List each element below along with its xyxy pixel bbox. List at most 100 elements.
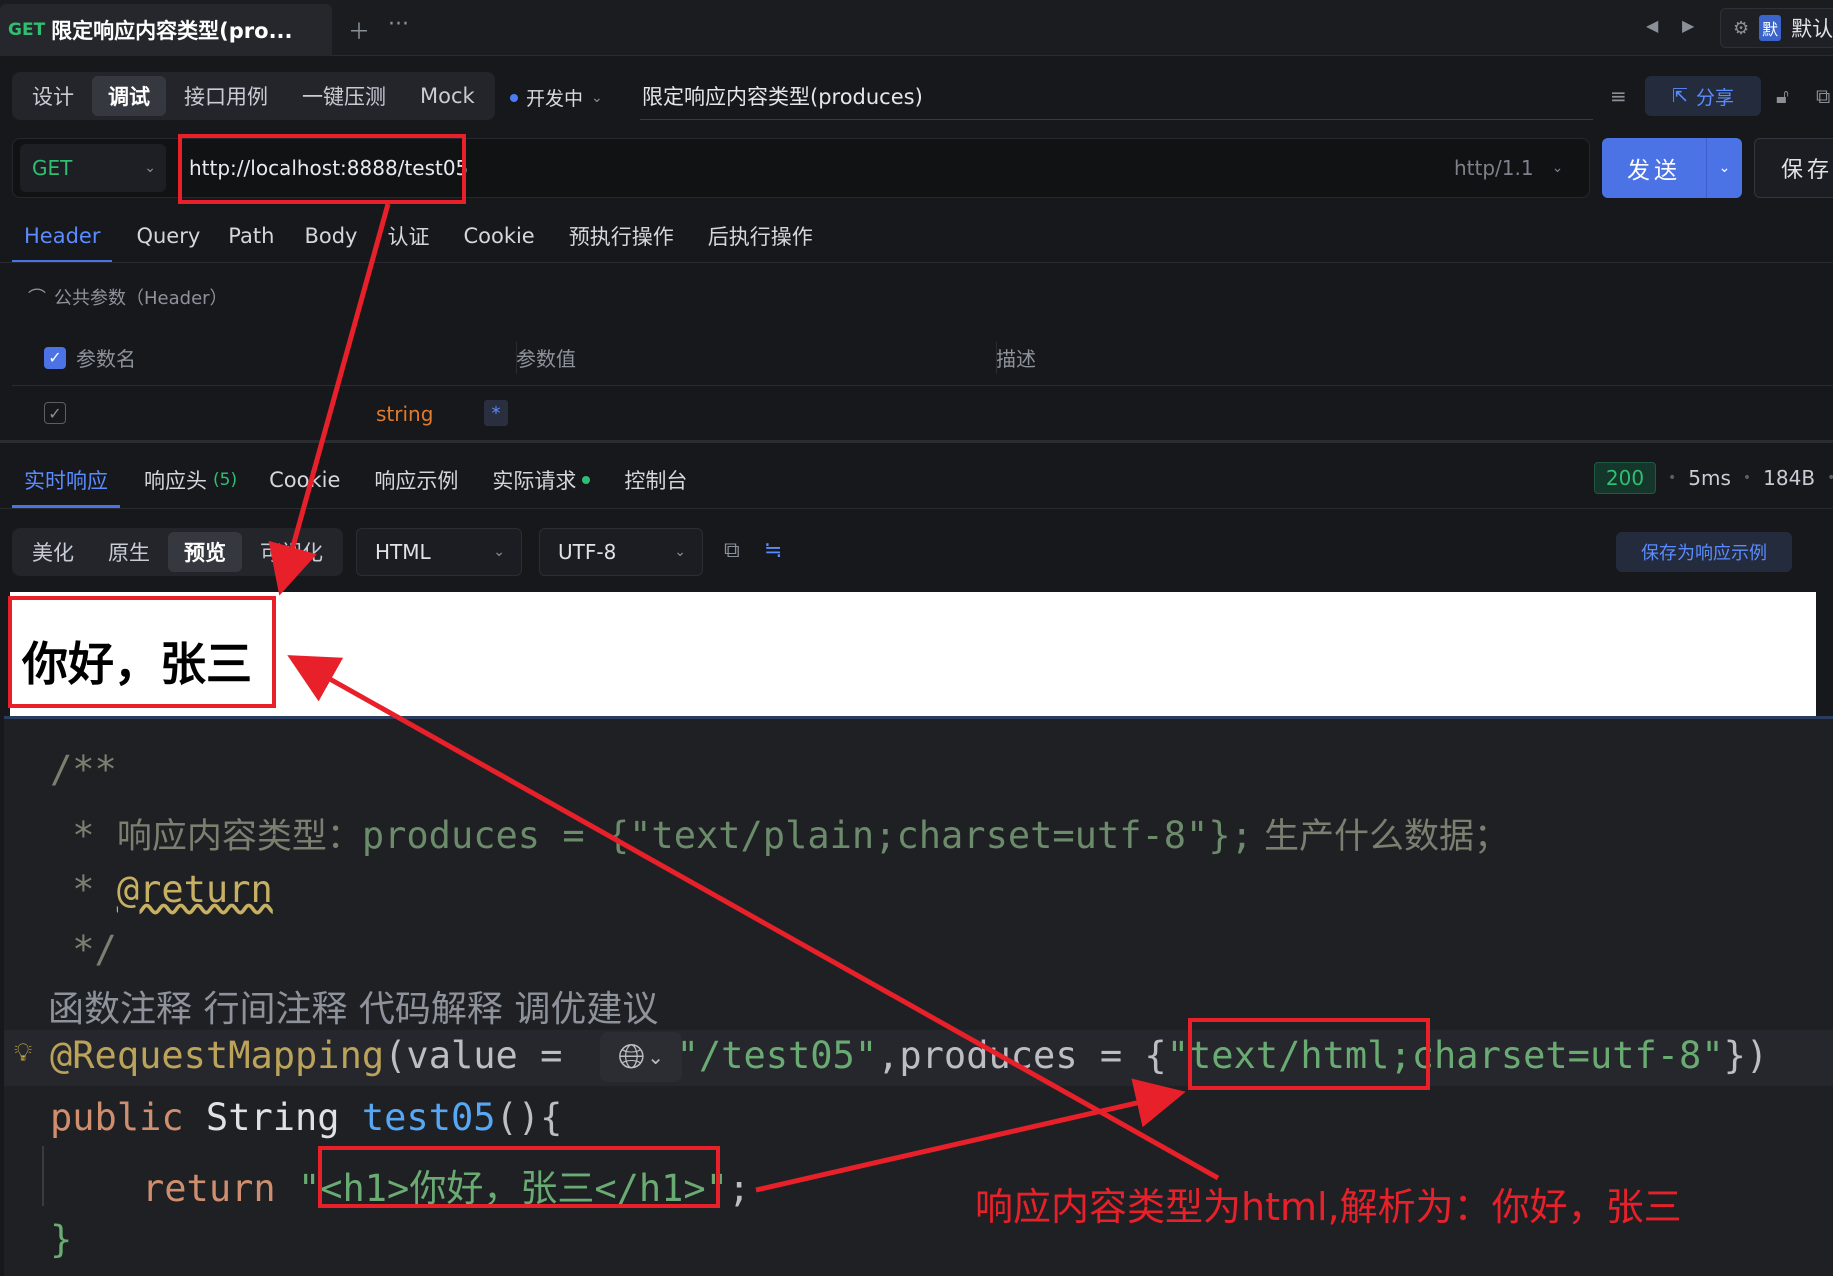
- url-globe-icon[interactable]: 🌐︎ ⌄: [600, 1032, 682, 1082]
- header-count: (5): [213, 470, 238, 490]
- status-dot: [582, 476, 591, 484]
- tab-live-response[interactable]: 实时响应: [12, 452, 120, 508]
- view-preview[interactable]: 预览: [168, 532, 242, 572]
- html-preview-pane: [10, 592, 1816, 716]
- save-as-example-button[interactable]: 保存为响应示例: [1616, 532, 1792, 572]
- tab-body[interactable]: Body: [292, 210, 369, 262]
- view-mode-tabs: 美化 原生 预览 可视化: [12, 528, 343, 576]
- row-checkbox[interactable]: ✓: [44, 402, 66, 424]
- copy-icon[interactable]: ⧉: [724, 538, 740, 563]
- env-badge: 默: [1759, 15, 1782, 41]
- chevron-down-icon: ⌄: [144, 160, 156, 176]
- share-button[interactable]: ⇱ 分享: [1645, 76, 1761, 116]
- keyword: public: [50, 1096, 184, 1139]
- required-toggle[interactable]: *: [484, 400, 508, 426]
- col-param-value: 参数值: [516, 347, 576, 371]
- tab-query[interactable]: Query: [124, 210, 212, 262]
- annotation-name: @RequestMapping: [50, 1034, 385, 1077]
- indent-guide: [42, 1146, 44, 1206]
- tab-response-cookie[interactable]: Cookie: [257, 452, 352, 508]
- wrap-icon[interactable]: ≒: [764, 538, 782, 563]
- edit-icon[interactable]: ≡: [1610, 84, 1627, 108]
- tab-actual-request[interactable]: 实际请求: [480, 452, 602, 508]
- separator-dot: •: [1827, 470, 1833, 486]
- tab-header[interactable]: Header: [12, 210, 113, 263]
- plus-icon[interactable]: ＋: [348, 14, 370, 46]
- tab-debug[interactable]: 调试: [92, 76, 166, 116]
- col-param-name: 参数名: [76, 347, 136, 371]
- tab-console[interactable]: 控制台: [612, 452, 699, 508]
- method-select[interactable]: GET ⌄: [20, 144, 166, 192]
- select-all-checkbox[interactable]: ✓: [44, 346, 66, 369]
- method-value: GET: [32, 156, 73, 180]
- code-line-4: */: [50, 928, 117, 971]
- env-label: 默认: [1791, 17, 1833, 41]
- tab-load-test[interactable]: 一键压测: [286, 76, 402, 116]
- tab-method: GET: [8, 20, 46, 40]
- splitter[interactable]: [0, 440, 1833, 443]
- encoding-select[interactable]: UTF-8 ⌄: [539, 528, 703, 576]
- lock-icon[interactable]: 🔓︎: [1776, 84, 1789, 108]
- code-text: (value =: [384, 1034, 585, 1077]
- ai-inlay-hints[interactable]: 函数注释 行间注释 代码解释 调优建议: [48, 980, 658, 1032]
- tab-post-script[interactable]: 后执行操作: [696, 210, 825, 262]
- tab-label: Cookie: [269, 468, 341, 492]
- highlight-produces-box: [1188, 1018, 1430, 1090]
- method-name: test05: [361, 1096, 496, 1139]
- share-icon: ⇱: [1672, 85, 1688, 107]
- api-name-input[interactable]: 限定响应内容类型(produces): [640, 72, 1593, 120]
- tab-design[interactable]: 设计: [16, 76, 90, 116]
- request-tab[interactable]: GET 限定响应内容类型(pro...: [0, 4, 332, 56]
- separator-dot: •: [1668, 470, 1677, 486]
- protocol-select[interactable]: http/1.1 ⌄: [1454, 156, 1563, 180]
- view-pretty[interactable]: 美化: [16, 532, 90, 572]
- mode-tabs: 设计 调试 接口用例 一键压测 Mock: [12, 72, 495, 120]
- path-string: "/test05": [676, 1034, 878, 1077]
- col-description: 描述: [996, 347, 1036, 371]
- code-line-8: }: [50, 1218, 73, 1261]
- lightbulb-icon[interactable]: 💡︎: [14, 1038, 32, 1069]
- tab-mock[interactable]: Mock: [404, 76, 491, 116]
- tab-path[interactable]: Path: [216, 210, 286, 262]
- javadoc-tag: @return: [116, 868, 273, 911]
- gear-icon: ⚙: [1733, 17, 1750, 39]
- chevron-right-icon[interactable]: ▶: [1682, 16, 1694, 35]
- save-button[interactable]: 保存: [1754, 138, 1833, 198]
- send-button[interactable]: 发送 ⌄: [1602, 138, 1742, 198]
- view-visualize[interactable]: 可视化: [244, 532, 339, 572]
- tab-cookie[interactable]: Cookie: [451, 210, 546, 262]
- status-selector[interactable]: 开发中 ⌄: [510, 84, 603, 111]
- divider: [0, 262, 1833, 263]
- tab-test-cases[interactable]: 接口用例: [168, 76, 284, 116]
- chevron-down-icon: ⌄: [647, 1045, 664, 1069]
- tab-pre-script[interactable]: 预执行操作: [557, 210, 686, 262]
- ellipsis-icon[interactable]: ···: [388, 12, 409, 37]
- protocol-value: http/1.1: [1454, 156, 1534, 180]
- code-text: }): [1723, 1034, 1769, 1077]
- common-params-label: 公共参数（Header）: [54, 288, 228, 309]
- send-dropdown-icon[interactable]: ⌄: [1706, 138, 1742, 198]
- param-type[interactable]: string: [376, 402, 433, 426]
- view-raw[interactable]: 原生: [92, 532, 166, 572]
- divider: [516, 342, 517, 374]
- status-label: 开发中: [526, 88, 584, 110]
- tab-response-headers[interactable]: 响应头 (5): [132, 452, 249, 508]
- request-tabs: Header Query Path Body 认证 Cookie 预执行操作 后…: [12, 210, 825, 263]
- chevron-down-icon: ⌄: [1551, 160, 1564, 176]
- send-label: 发送: [1627, 158, 1681, 184]
- share-label: 分享: [1695, 86, 1734, 109]
- tab-auth[interactable]: 认证: [375, 210, 441, 262]
- copy-icon[interactable]: ⧉: [1816, 84, 1830, 108]
- chevron-left-icon[interactable]: ◀: [1646, 16, 1658, 35]
- environment-selector[interactable]: ⚙ 默 默认: [1720, 8, 1833, 48]
- type-name: String: [183, 1096, 362, 1139]
- response-size: 184B: [1763, 466, 1816, 490]
- eye-closed-icon: ⌒: [28, 288, 46, 309]
- tab-response-example[interactable]: 响应示例: [362, 452, 470, 508]
- highlight-return-box: [318, 1146, 720, 1208]
- common-params-toggle[interactable]: ⌒ 公共参数（Header）: [28, 284, 228, 310]
- response-tabs: 实时响应 响应头 (5) Cookie 响应示例 实际请求 控制台: [12, 452, 699, 508]
- comment-tail: 生产什么数据；: [1252, 817, 1510, 857]
- format-select[interactable]: HTML ⌄: [356, 528, 522, 576]
- format-value: HTML: [375, 540, 431, 564]
